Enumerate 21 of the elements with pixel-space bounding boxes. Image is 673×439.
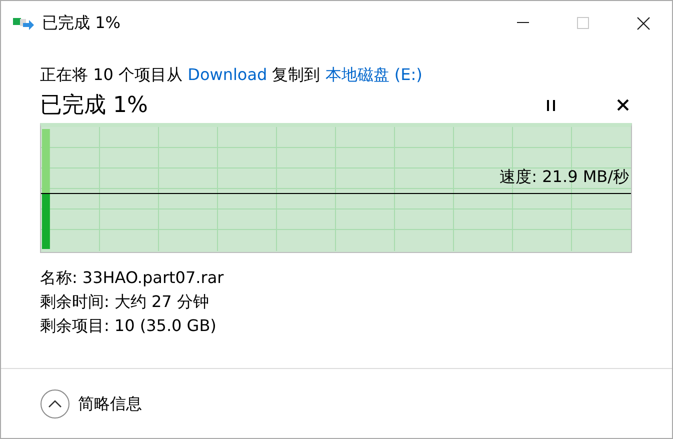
close-icon [617,99,629,111]
folder-link[interactable]: Download [188,65,268,84]
window-title: 已完成 1% [42,12,120,34]
minimize-icon [517,22,529,24]
detail-label: 名称: [40,267,78,289]
copy-summary: 正在将 10 个项目从 Download 复制到 本地磁盘 (E:) [40,64,424,86]
detail-value: 大约 27 分钟 [114,291,209,313]
detail-label: 剩余项目: [40,315,110,337]
detail-value: 10 (35.0 GB) [114,315,216,337]
copy-icon [13,15,35,31]
speed-fill [42,194,50,249]
progress-heading: 已完成 1% [40,92,148,120]
pause-icon [546,100,556,110]
maximize-icon [577,17,589,29]
details-toggle[interactable]: 简略信息 [40,388,142,418]
detail-label: 剩余时间: [40,291,110,313]
speed-label: 速度: 21.9 MB/秒 [500,167,629,187]
detail-value: 33HAO.part07.rar [82,267,224,289]
folder-link[interactable]: 本地磁盘 (E:) [325,65,422,84]
close-icon [636,16,650,30]
chevron-icon [40,388,70,418]
